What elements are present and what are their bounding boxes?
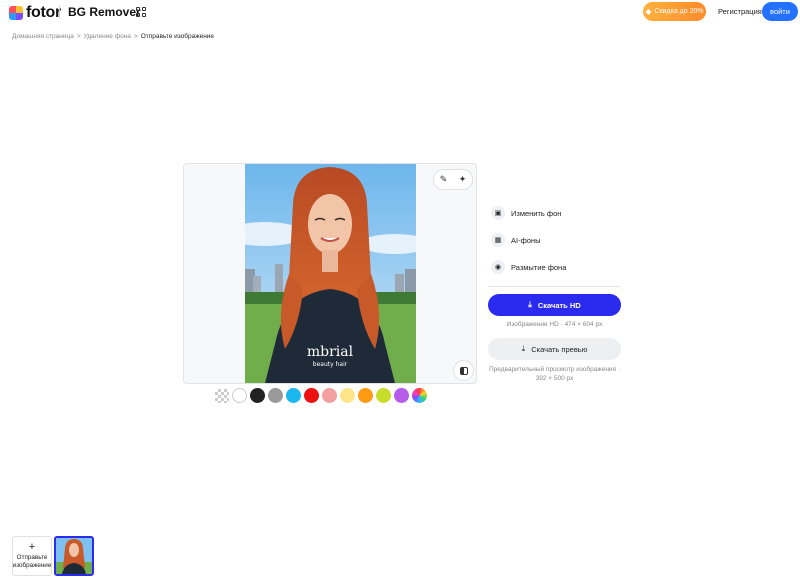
swatch-purple[interactable] [394, 388, 409, 403]
promo-button[interactable]: ◆ Скидка до 20% [643, 2, 706, 21]
breadcrumb-separator: > [76, 33, 81, 40]
swatch-black[interactable] [250, 388, 265, 403]
top-bar: fotor BG Remover ◆ Скидка до 20% Регистр… [0, 0, 800, 24]
breadcrumb-separator: > [133, 33, 138, 40]
brush-icon[interactable]: ✎ [440, 174, 448, 185]
plus-icon: + [28, 541, 36, 553]
promo-label: Скидка до 20% [654, 8, 704, 15]
image-icon: ▣ [491, 206, 505, 220]
breadcrumb: Домашняя страница > Удаление фона > Отпр… [12, 33, 214, 40]
download-preview-info: Предварительный просмотр изображения · 3… [488, 366, 621, 382]
svg-text:beauty hair: beauty hair [313, 361, 348, 368]
logo-text: fotor [26, 4, 61, 21]
download-hd-label: Скачать HD [537, 300, 581, 310]
register-link[interactable]: Регистрация [718, 7, 762, 16]
ai-backgrounds-option[interactable]: ▦ AI-фоны [491, 233, 540, 247]
header-divider [59, 6, 60, 18]
ai-image-icon: ▦ [491, 233, 505, 247]
download-hd-info: Изображение HD · 474 × 604 px [506, 321, 603, 328]
breadcrumb-current: Отправьте изображение [140, 33, 215, 40]
blur-background-option[interactable]: ◉ Размытие фона [491, 260, 566, 274]
change-background-option[interactable]: ▣ Изменить фон [491, 206, 561, 220]
swatch-transparent[interactable] [215, 389, 229, 403]
swatch-red[interactable] [304, 388, 319, 403]
download-icon: ⤓ [528, 300, 532, 309]
swatch-cyan[interactable] [286, 388, 301, 403]
blur-icon: ◉ [491, 260, 505, 274]
image-editor-canvas[interactable]: mbrial beauty hair ✎ ✦ [183, 163, 477, 384]
compare-icon [459, 366, 468, 375]
svg-text:mbrial: mbrial [307, 344, 354, 360]
swatch-light-yellow[interactable] [340, 388, 355, 403]
option-label: Изменить фон [511, 208, 562, 218]
download-hd-button[interactable]: ⤓ Скачать HD [488, 294, 621, 316]
tool-group: ✎ ✦ [433, 169, 473, 190]
download-preview-button[interactable]: ⤓ Скачать превью [488, 338, 621, 360]
fotor-logo-icon [9, 6, 23, 20]
panel-divider [488, 286, 621, 287]
upload-label: Отправьте изображение [12, 554, 52, 569]
product-name[interactable]: BG Remover [68, 5, 141, 19]
swatch-pink[interactable] [322, 388, 337, 403]
image-thumbnail[interactable] [54, 536, 94, 576]
option-label: AI-фоны [511, 235, 541, 245]
option-label: Размытие фона [511, 262, 567, 272]
background-color-swatches [215, 388, 427, 403]
download-preview-label: Скачать превью [531, 344, 588, 354]
upload-image-button[interactable]: + Отправьте изображение [12, 536, 52, 576]
swatch-white[interactable] [232, 388, 247, 403]
result-image: mbrial beauty hair [245, 164, 416, 383]
breadcrumb-home[interactable]: Домашняя страница [12, 33, 74, 40]
download-icon: ⤓ [521, 344, 526, 353]
compare-button[interactable] [453, 360, 474, 381]
swatch-gray[interactable] [268, 388, 283, 403]
breadcrumb-bg-remover[interactable]: Удаление фона [84, 33, 131, 40]
magic-wand-icon[interactable]: ✦ [459, 174, 467, 185]
login-button[interactable]: войти [762, 2, 798, 21]
swatch-rainbow[interactable] [412, 388, 427, 403]
swatch-orange[interactable] [358, 388, 373, 403]
swatch-lime[interactable] [376, 388, 391, 403]
gem-icon: ◆ [645, 7, 652, 16]
grid-icon[interactable] [136, 7, 146, 17]
fotor-logo[interactable]: fotor [9, 4, 61, 22]
